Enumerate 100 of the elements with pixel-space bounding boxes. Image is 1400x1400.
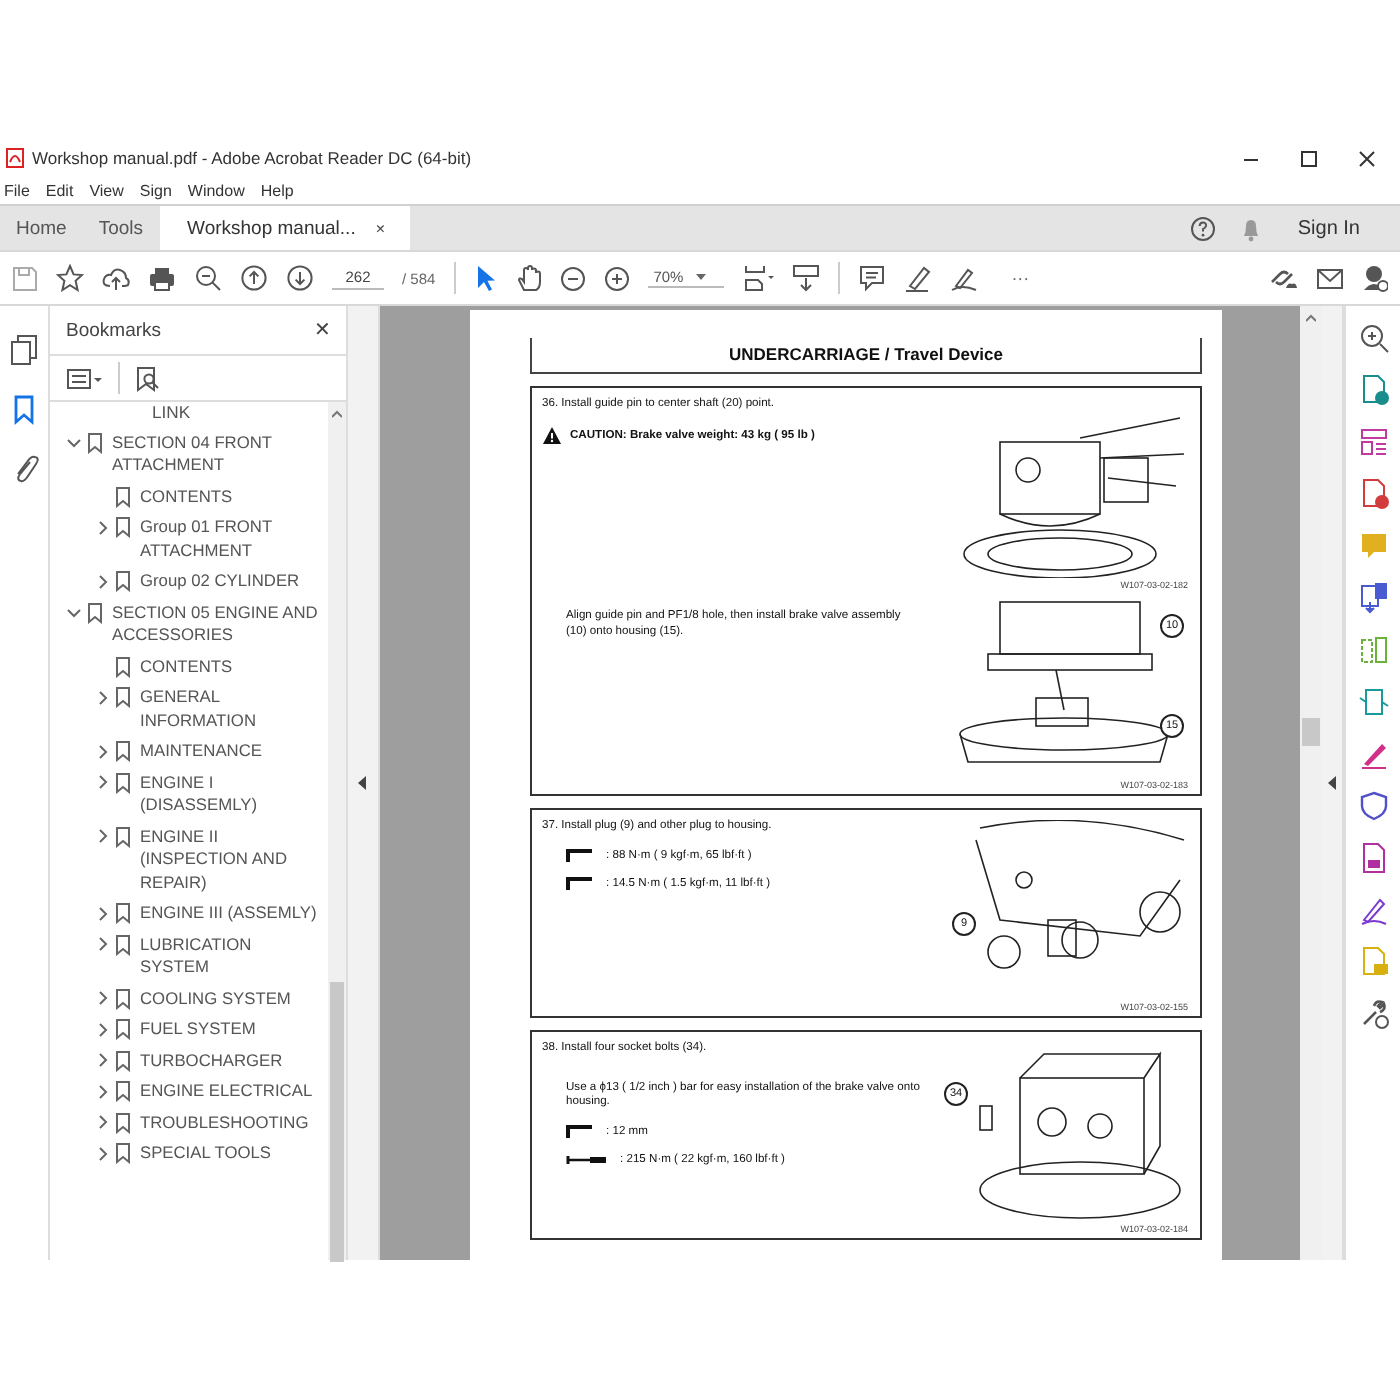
bookmark-item[interactable]: ENGINE I (DISASSEMLY) (132, 771, 320, 817)
collapsed-chevron-icon[interactable] (94, 519, 110, 535)
scroll-thumb[interactable] (330, 982, 344, 1262)
signature-icon[interactable] (1357, 894, 1389, 926)
bookmark-item[interactable]: LUBRICATION SYSTEM (132, 933, 320, 979)
help-icon[interactable] (1189, 215, 1216, 241)
collapse-arrow-icon[interactable] (358, 776, 368, 790)
tab-close-button[interactable]: × (375, 219, 386, 237)
add-user-icon[interactable] (1362, 264, 1388, 292)
bookmark-item[interactable]: SPECIAL TOOLS (132, 1142, 320, 1165)
collapse-arrow-icon[interactable] (1327, 776, 1337, 790)
bookmark-item[interactable]: CONTENTS (132, 655, 320, 678)
mail-icon[interactable] (1316, 266, 1344, 290)
zoom-minus-icon[interactable] (559, 265, 586, 291)
zoom-plus-icon[interactable] (603, 265, 630, 291)
sign-in-button[interactable]: Sign In (1285, 215, 1372, 241)
collapsed-chevron-icon[interactable] (94, 1083, 110, 1099)
bookmark-icon (114, 1080, 132, 1102)
pdf-app-icon (6, 148, 24, 168)
pointer-icon[interactable] (473, 264, 498, 292)
tab[interactable]: Tools (82, 206, 160, 250)
scroll-up-icon[interactable] (332, 408, 342, 420)
menu-item[interactable]: Sign (139, 181, 172, 199)
menu-item[interactable]: File (4, 181, 30, 199)
window-title: Workshop manual.pdf - Adobe Acrobat Reader DC (64-bit) (32, 148, 474, 168)
page-export-icon[interactable] (1357, 582, 1389, 614)
page-minus-icon[interactable] (1357, 374, 1389, 406)
bookmark-item[interactable]: SECTION 05 ENGINE AND ACCESSORIES (104, 601, 320, 647)
bookmark-item[interactable]: SECTION 04 FRONT ATTACHMENT (104, 431, 320, 477)
bookmark-item[interactable]: MAINTENANCE (132, 740, 320, 763)
collapsed-chevron-icon[interactable] (94, 743, 110, 759)
bookmark-icon[interactable] (9, 394, 39, 426)
panel-title: Bookmarks (66, 319, 162, 341)
collapsed-chevron-icon[interactable] (94, 990, 110, 1006)
collapsed-chevron-icon[interactable] (94, 936, 110, 952)
bookmark-item[interactable]: Group 01 FRONT ATTACHMENT (132, 516, 320, 562)
expanded-chevron-icon[interactable] (66, 434, 82, 450)
pen-icon[interactable] (1357, 738, 1389, 770)
scrollbar[interactable] (328, 402, 346, 1260)
menu-item[interactable]: Window (187, 181, 245, 199)
bookmark-item[interactable]: ENGINE III (ASSEMLY) (132, 902, 320, 925)
dropdown-caret-icon (695, 274, 706, 280)
scroll-mode-icon[interactable] (791, 264, 820, 292)
collapsed-chevron-icon[interactable] (94, 905, 110, 921)
collapsed-chevron-icon[interactable] (94, 1021, 110, 1037)
signature-icon[interactable] (949, 264, 978, 292)
maximize-icon[interactable] (1300, 149, 1318, 167)
shield-icon[interactable] (1357, 790, 1389, 822)
previous-page-icon[interactable] (240, 264, 268, 292)
cloud-upload-icon[interactable] (102, 265, 130, 291)
bookmark-icon (114, 1049, 132, 1071)
close-icon[interactable] (1358, 149, 1376, 167)
bookmark-item[interactable]: ENGINE ELECTRICAL (132, 1080, 320, 1103)
print-icon[interactable] (148, 265, 176, 291)
collapsed-chevron-icon[interactable] (94, 1052, 110, 1068)
bookmark-item[interactable]: CONTENTS (132, 485, 320, 508)
scroll-up-icon[interactable] (1306, 312, 1316, 324)
collapsed-chevron-icon[interactable] (94, 1145, 110, 1161)
bookmark-item[interactable]: LINK (50, 402, 328, 427)
hand-icon[interactable] (515, 264, 542, 292)
scrollbar[interactable] (1300, 306, 1322, 1260)
next-page-icon[interactable] (286, 264, 314, 292)
bookmark-item[interactable]: Group 02 CYLINDER (132, 570, 320, 593)
page-plus-icon[interactable] (1357, 478, 1389, 510)
zoom-in-icon[interactable] (1357, 322, 1389, 354)
bookmark-icon (114, 1111, 132, 1133)
menu-item[interactable]: View (89, 181, 124, 199)
more-tools-button[interactable]: ··· (995, 268, 1046, 288)
bookmark-item[interactable]: GENERAL INFORMATION (132, 686, 320, 732)
form-icon[interactable] (1357, 842, 1389, 874)
menu-item[interactable]: Help (260, 181, 294, 199)
page-heading: UNDERCARRIAGE / Travel Device (530, 338, 1202, 374)
tab[interactable]: Home (0, 206, 83, 250)
bookmark-item[interactable]: TURBOCHARGER (132, 1049, 320, 1072)
menu-item[interactable]: Edit (45, 181, 74, 199)
star-icon[interactable] (56, 264, 84, 292)
bookmark-item[interactable]: FUEL SYSTEM (132, 1018, 320, 1041)
columns-icon[interactable] (1357, 634, 1389, 666)
collapsed-chevron-icon[interactable] (94, 774, 110, 790)
collapsed-chevron-icon[interactable] (94, 1114, 110, 1130)
close-panel-button[interactable]: ✕ (314, 318, 330, 342)
pages-icon[interactable] (9, 334, 39, 366)
comment-icon[interactable] (857, 264, 886, 292)
scroll-thumb[interactable] (1302, 718, 1320, 746)
collapsed-chevron-icon[interactable] (94, 828, 110, 844)
collapsed-chevron-icon[interactable] (94, 689, 110, 705)
bookmark-icon (114, 987, 132, 1009)
bookmark-item[interactable]: ENGINE II (INSPECTION AND REPAIR) (132, 825, 320, 894)
collapsed-chevron-icon[interactable] (94, 573, 110, 589)
bookmark-search-icon[interactable] (136, 365, 160, 391)
bookmark-icon (114, 1142, 132, 1164)
highlighter-icon[interactable] (903, 264, 932, 292)
layout-icon[interactable] (1357, 426, 1389, 458)
fit-page-icon[interactable] (741, 264, 774, 292)
bookmark-item[interactable]: TROUBLESHOOTING (132, 1111, 320, 1134)
zoom-out-icon[interactable] (194, 264, 222, 292)
tab[interactable]: Workshop manual... × (159, 206, 410, 250)
options-menu-icon[interactable] (66, 367, 102, 389)
expanded-chevron-icon[interactable] (66, 604, 82, 620)
bookmark-item[interactable]: COOLING SYSTEM (132, 987, 320, 1010)
